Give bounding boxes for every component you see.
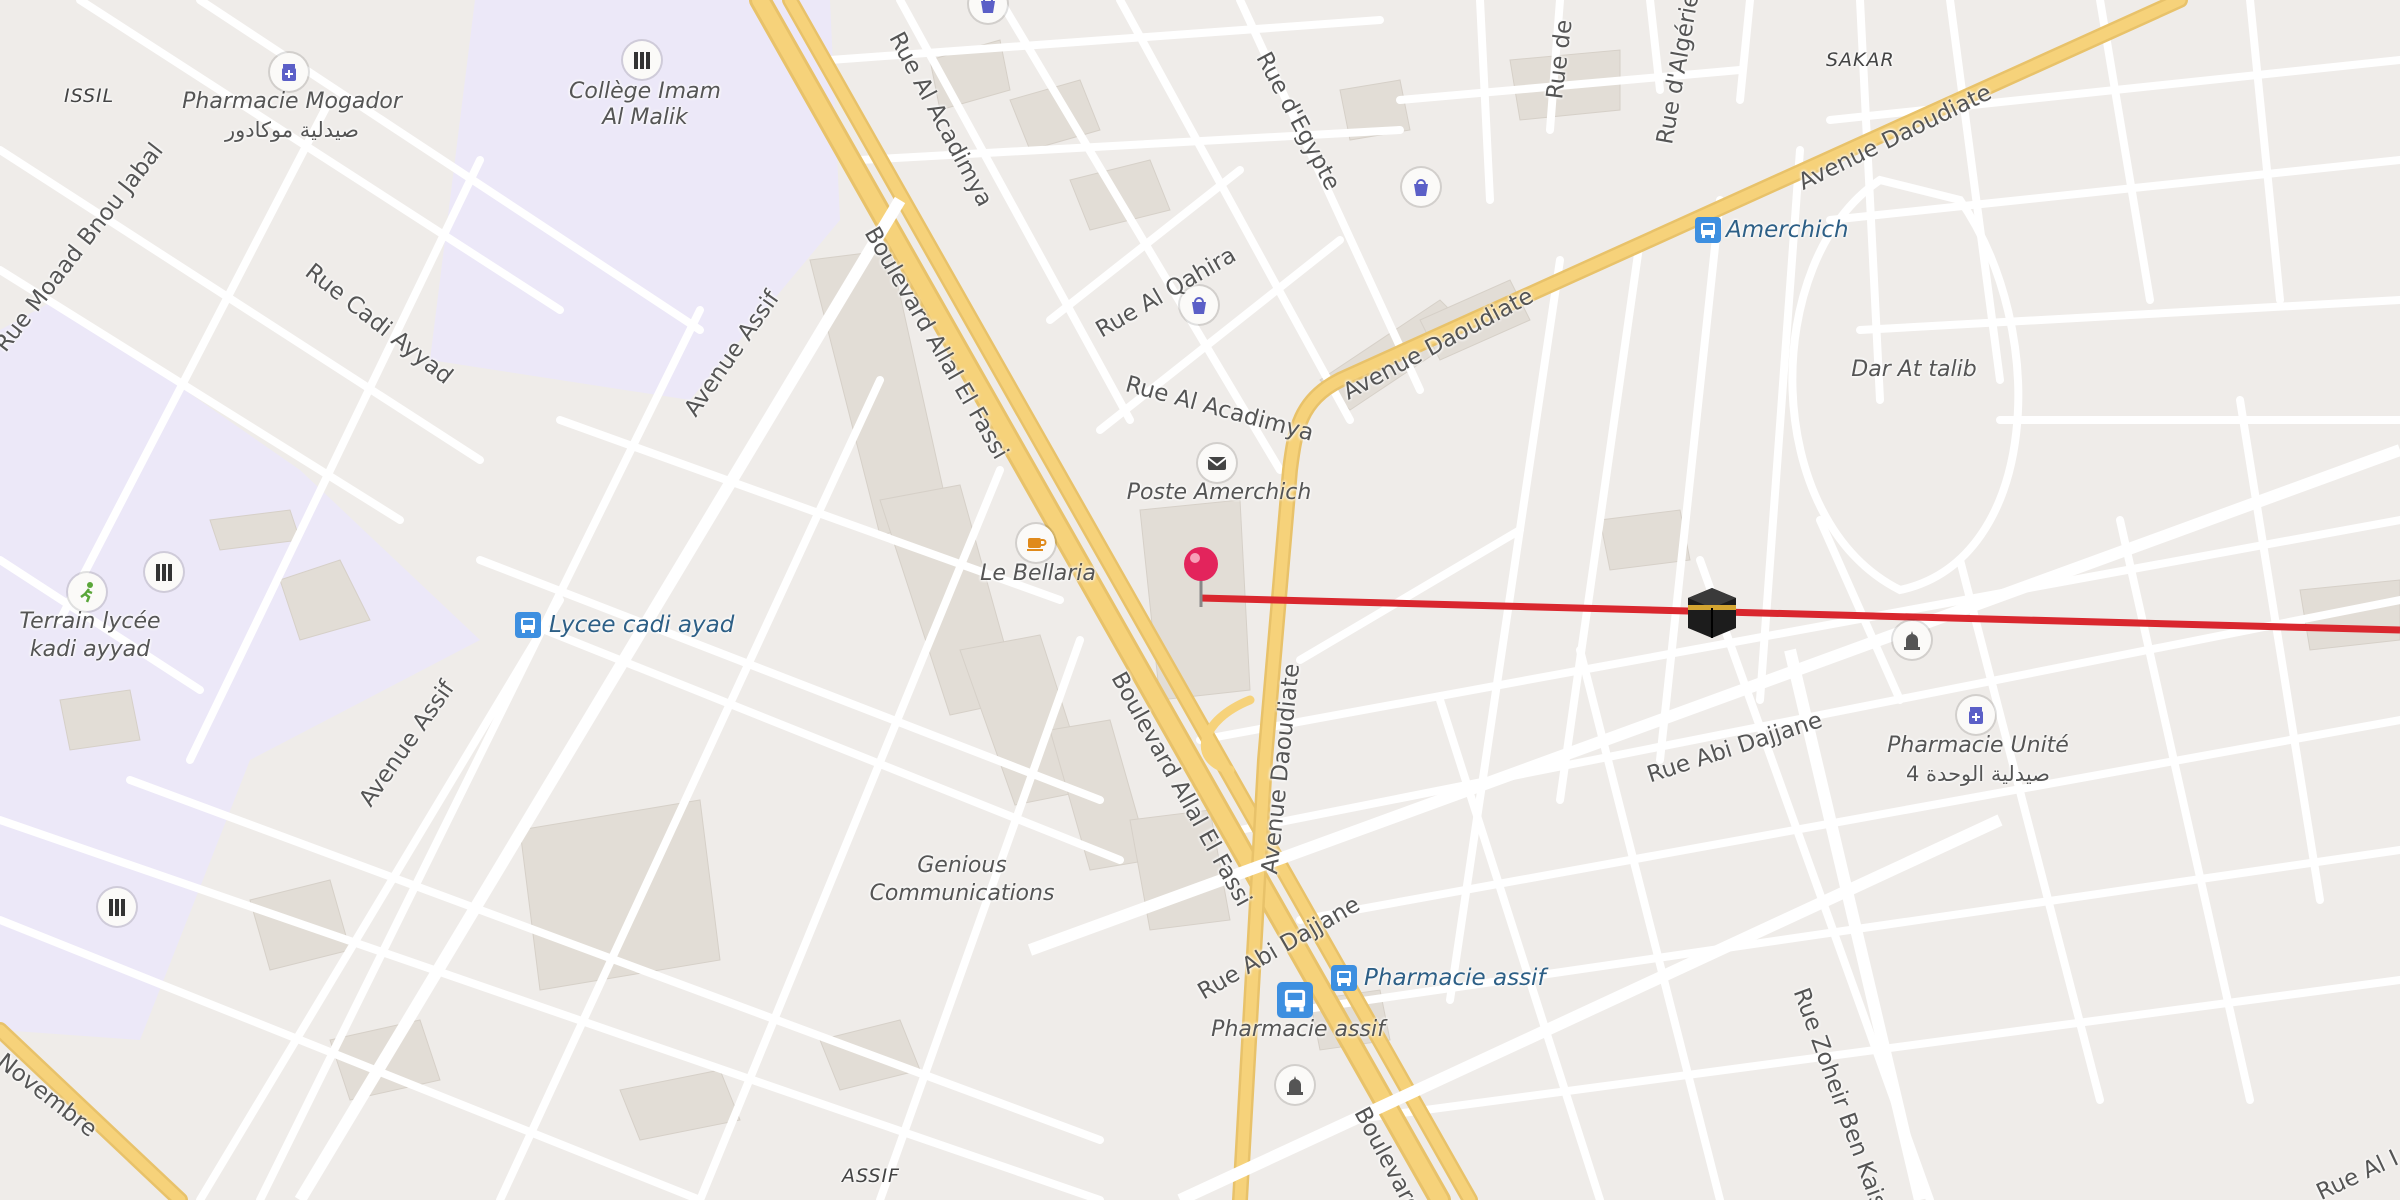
bus-stop-icon[interactable] (1695, 217, 1721, 243)
place-label: Poste Amerchich (1126, 480, 1312, 505)
school-icon[interactable] (623, 41, 661, 79)
transit-stop-label[interactable]: Pharmacie assif (1364, 964, 1546, 992)
place-label: Pharmacie Mogador (182, 89, 402, 114)
pharmacy-icon[interactable] (270, 53, 308, 91)
place-label: صيدلية موكادور (225, 118, 359, 142)
place-label: Le Bellaria (980, 561, 1096, 586)
place-label: صيدلية الوحدة 4 (1906, 762, 2050, 786)
place-label: Dar At talib (1851, 357, 1977, 382)
sports-icon[interactable] (68, 573, 106, 611)
bus-stop-icon[interactable] (515, 612, 541, 638)
school-icon[interactable] (98, 888, 136, 926)
cafe-icon[interactable] (1017, 524, 1055, 562)
mosque-icon[interactable] (1276, 1066, 1314, 1104)
transit-stop-label[interactable]: Lycee cadi ayad (549, 611, 734, 639)
kaaba-icon (1684, 584, 1740, 640)
bus-stop-icon[interactable] (1331, 965, 1357, 991)
district-label: ISSIL (64, 85, 115, 107)
place-label: kadi ayyad (29, 637, 151, 662)
mosque-icon[interactable] (1893, 621, 1931, 659)
post-office-icon[interactable] (1198, 444, 1236, 482)
bus-stop-icon[interactable] (1277, 982, 1313, 1018)
pharmacy-icon[interactable] (1957, 696, 1995, 734)
place-label: Pharmacie Unité (1887, 733, 2069, 758)
district-label: ASSIF (842, 1165, 900, 1187)
location-pin-icon[interactable] (1182, 545, 1220, 613)
place-label: Terrain lycée (19, 609, 161, 634)
shopping-bag-icon[interactable] (1402, 168, 1440, 206)
place-label: Al Malik (602, 105, 688, 130)
place-label: Pharmacie assif (1211, 1017, 1385, 1042)
district-label: SAKAR (1826, 49, 1895, 71)
place-label: Collège Imam (569, 79, 721, 104)
map-view[interactable]: ISSIL SAKAR ASSIF Collège Imam Al Malik … (0, 0, 2400, 1200)
transit-stop-label[interactable]: Amerchich (1726, 216, 1849, 244)
place-label: Genious (917, 853, 1007, 878)
school-icon[interactable] (145, 553, 183, 591)
place-label: Communications (869, 881, 1055, 906)
